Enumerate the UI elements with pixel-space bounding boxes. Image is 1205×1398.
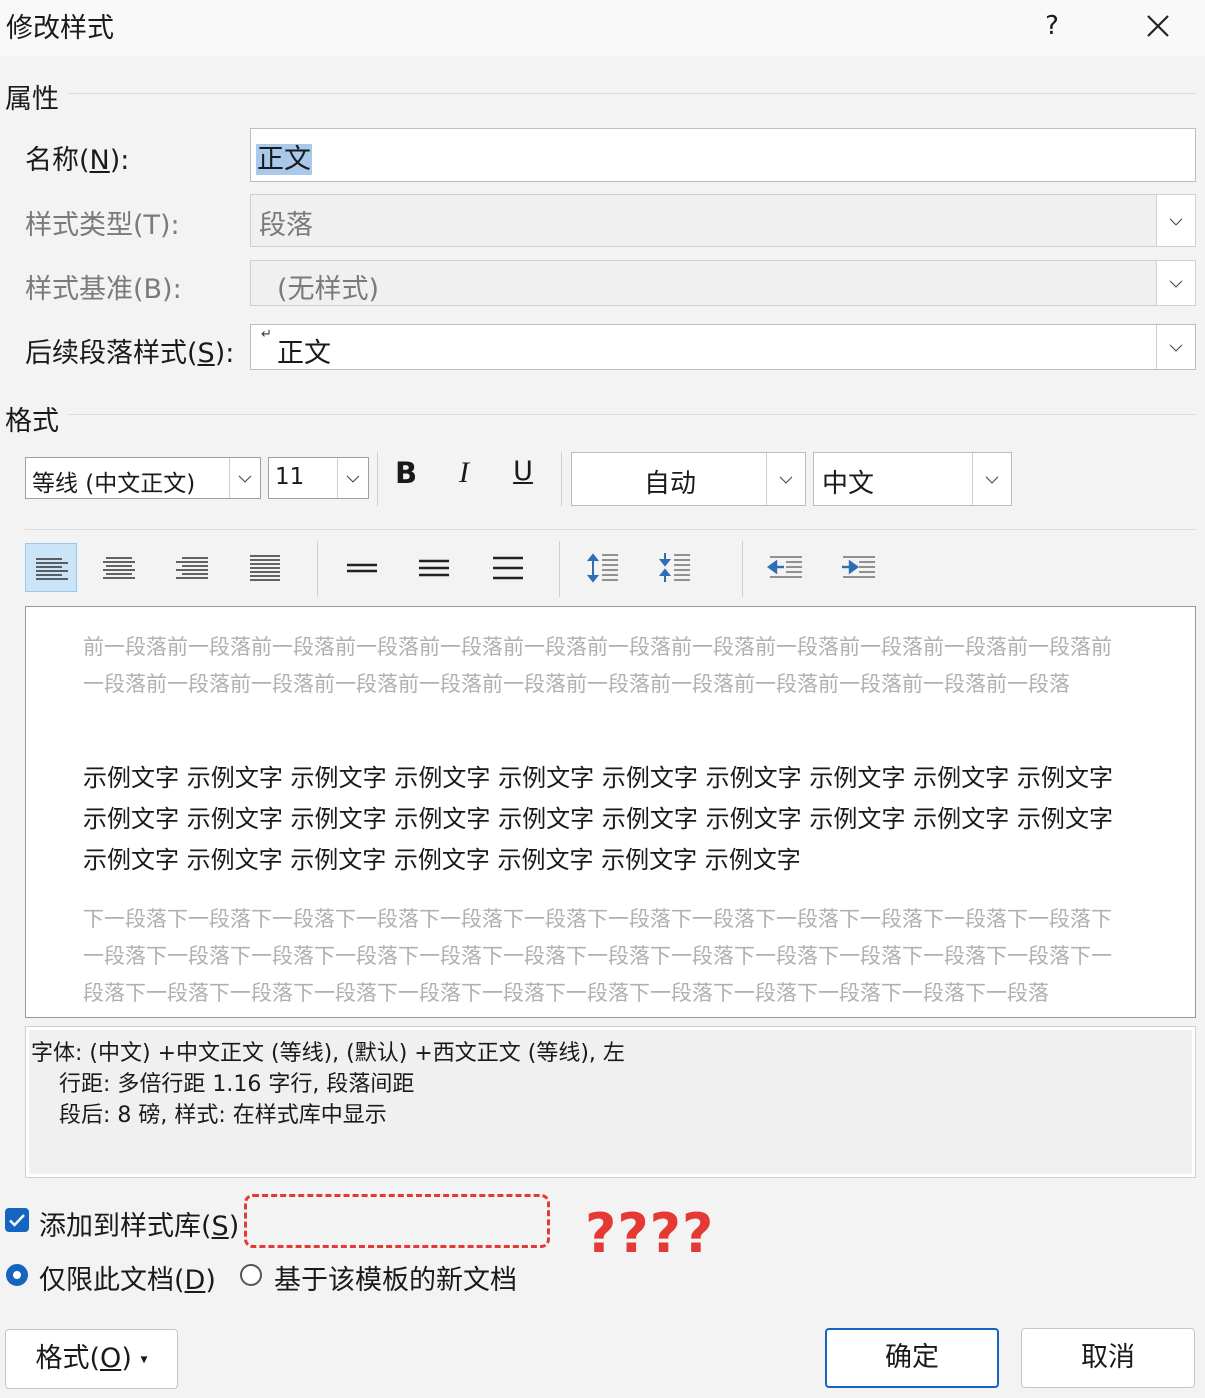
- chevron-down-icon: [1169, 338, 1183, 352]
- font-value: 等线 (中文正文): [32, 471, 196, 497]
- font-color-dropdown-button[interactable]: [766, 453, 805, 505]
- add-to-gallery-label[interactable]: 添加到样式库(S): [39, 1204, 239, 1243]
- bold-button[interactable]: B: [388, 456, 424, 496]
- toolbar-separator: [742, 541, 743, 597]
- font-color-select[interactable]: 自动: [571, 452, 806, 506]
- one-half-spacing-icon: [419, 559, 449, 577]
- font-size-value: 11: [275, 464, 305, 490]
- style-description: 字体: (中文) +中文正文 (等线), (默认) +西文正文 (等线), 左 …: [25, 1026, 1196, 1178]
- next-style-dropdown-button[interactable]: [1156, 325, 1195, 369]
- language-dropdown-button[interactable]: [972, 453, 1011, 505]
- align-right-icon: [176, 557, 208, 579]
- font-dropdown-button[interactable]: [229, 458, 260, 498]
- caret-down-icon: ▾: [140, 1351, 148, 1368]
- style-type-value: 段落: [259, 210, 313, 241]
- close-button[interactable]: [1136, 4, 1180, 48]
- chevron-down-icon: [1169, 274, 1183, 288]
- toolbar-separator: [561, 452, 562, 506]
- name-label: 名称(N):: [25, 145, 130, 176]
- chevron-down-icon: [346, 469, 360, 483]
- name-input[interactable]: 正文: [250, 128, 1196, 182]
- style-type-label: 样式类型(T):: [25, 210, 180, 241]
- double-spacing-icon: [493, 556, 523, 580]
- style-type-dropdown-button[interactable]: [1156, 195, 1195, 246]
- next-style-select[interactable]: ↵ 正文: [250, 324, 1196, 370]
- increase-indent-button[interactable]: [833, 543, 885, 592]
- format-menu-button[interactable]: 格式(O) ▾: [5, 1329, 178, 1389]
- checkmark-icon: [9, 1214, 25, 1227]
- single-spacing-icon: [347, 563, 377, 573]
- preview-previous-paragraph: 前一段落前一段落前一段落前一段落前一段落前一段落前一段落前一段落前一段落前一段落…: [83, 635, 1112, 696]
- one-half-spacing-button[interactable]: [408, 543, 460, 592]
- format-divider: [68, 414, 1196, 415]
- language-select[interactable]: 中文: [813, 452, 1012, 506]
- cancel-button[interactable]: 取消: [1021, 1328, 1195, 1388]
- justify-button[interactable]: [239, 543, 291, 592]
- description-line: 行距: 多倍行距 1.16 字行, 段落间距: [59, 1072, 415, 1097]
- increase-paragraph-spacing-icon: [586, 553, 618, 583]
- based-on-select[interactable]: (无样式): [250, 260, 1196, 306]
- style-type-select[interactable]: 段落: [250, 194, 1196, 247]
- properties-section-label: 属性: [5, 84, 59, 115]
- decrease-paragraph-spacing-icon: [658, 553, 690, 582]
- chevron-down-icon: [1169, 212, 1183, 226]
- decrease-paragraph-spacing-button[interactable]: [650, 543, 702, 592]
- preview-sample-text: 示例文字 示例文字 示例文字 示例文字 示例文字 示例文字 示例文字 示例文字 …: [83, 764, 1113, 874]
- underline-button[interactable]: U: [505, 456, 541, 496]
- this-doc-only-radio[interactable]: [6, 1264, 28, 1286]
- based-on-dropdown-button[interactable]: [1156, 261, 1195, 305]
- font-color-value: 自动: [643, 469, 696, 499]
- align-center-button[interactable]: [93, 543, 145, 592]
- add-to-gallery-checkbox[interactable]: [5, 1208, 29, 1232]
- align-left-icon: [36, 558, 68, 580]
- title-bar: [0, 0, 1205, 56]
- align-right-button[interactable]: [166, 543, 218, 592]
- annotation-question-marks: ????: [585, 1202, 715, 1265]
- font-select[interactable]: 等线 (中文正文): [25, 457, 261, 499]
- name-value: 正文: [256, 144, 312, 175]
- based-on-value: (无样式): [277, 274, 380, 305]
- preview-next-paragraph: 下一段落下一段落下一段落下一段落下一段落下一段落下一段落下一段落下一段落下一段落…: [83, 907, 1112, 1005]
- justify-icon: [250, 555, 280, 581]
- new-docs-template-radio[interactable]: [240, 1264, 262, 1286]
- toolbar-separator: [559, 541, 560, 597]
- ok-button[interactable]: 确定: [825, 1328, 999, 1388]
- annotation-dashed-box: [244, 1194, 550, 1248]
- next-style-value: 正文: [277, 338, 331, 369]
- based-on-label: 样式基准(B):: [25, 274, 182, 305]
- align-center-icon: [103, 557, 135, 579]
- font-size-dropdown-button[interactable]: [337, 458, 368, 498]
- italic-button[interactable]: I: [446, 456, 482, 496]
- increase-indent-icon: [842, 556, 875, 578]
- font-size-select[interactable]: 11: [268, 457, 369, 499]
- description-line: 字体: (中文) +中文正文 (等线), (默认) +西文正文 (等线), 左: [31, 1041, 625, 1066]
- decrease-indent-button[interactable]: [760, 543, 812, 592]
- next-style-label: 后续段落样式(S):: [25, 338, 235, 369]
- help-button[interactable]: ?: [1030, 6, 1074, 46]
- new-docs-template-label[interactable]: 基于该模板的新文档: [274, 1258, 517, 1297]
- decrease-indent-icon: [766, 556, 802, 578]
- language-value: 中文: [822, 469, 875, 499]
- toolbar-separator: [317, 541, 318, 597]
- style-description-body: 字体: (中文) +中文正文 (等线), (默认) +西文正文 (等线), 左 …: [29, 1030, 1192, 1174]
- this-doc-only-label[interactable]: 仅限此文档(D): [39, 1258, 216, 1297]
- toolbar-divider: [25, 529, 1196, 530]
- paragraph-mark-icon: ↵: [261, 327, 272, 342]
- format-section-label: 格式: [5, 406, 59, 437]
- double-spacing-button[interactable]: [482, 543, 534, 592]
- style-preview: 前一段落前一段落前一段落前一段落前一段落前一段落前一段落前一段落前一段落前一段落…: [25, 606, 1196, 1018]
- close-icon: [1147, 15, 1169, 37]
- increase-paragraph-spacing-button[interactable]: [578, 543, 630, 592]
- chevron-down-icon: [779, 470, 793, 484]
- dialog-title: 修改样式: [6, 13, 114, 44]
- single-spacing-button[interactable]: [336, 543, 388, 592]
- chevron-down-icon: [238, 469, 252, 483]
- chevron-down-icon: [985, 470, 999, 484]
- align-left-button[interactable]: [25, 543, 77, 592]
- toolbar-separator: [377, 452, 378, 506]
- description-line: 段后: 8 磅, 样式: 在样式库中显示: [59, 1103, 387, 1128]
- properties-divider: [68, 93, 1196, 94]
